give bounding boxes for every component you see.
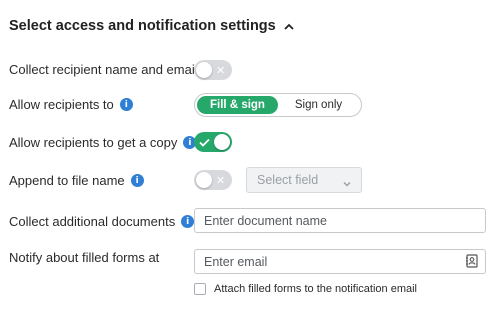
info-icon[interactable]: i: [130, 174, 144, 187]
get-copy-row: Allow recipients to get a copy i: [9, 135, 197, 150]
x-icon: ✕: [216, 173, 226, 187]
document-name-input[interactable]: [194, 208, 486, 233]
collect-name-email-label: Collect recipient name and email: [9, 62, 198, 77]
chevron-down-icon: [343, 176, 351, 190]
chevron-up-icon[interactable]: [282, 19, 296, 33]
info-icon[interactable]: i: [181, 215, 195, 228]
notify-email-input[interactable]: [194, 249, 486, 274]
x-icon: ✕: [216, 63, 226, 77]
check-icon: [199, 132, 210, 152]
attach-forms-checkbox[interactable]: [194, 283, 206, 295]
append-file-name-label: Append to file name: [9, 173, 125, 188]
address-book-icon[interactable]: [465, 254, 479, 268]
fill-and-sign-option[interactable]: Fill & sign: [197, 96, 278, 114]
allow-recipients-label: Allow recipients to: [9, 97, 114, 112]
additional-documents-row: Collect additional documents i: [9, 214, 195, 229]
select-field-value: Select field: [257, 173, 319, 187]
sign-only-option[interactable]: Sign only: [278, 96, 359, 114]
allow-recipients-segmented-control: Fill & sign Sign only: [194, 93, 362, 117]
collect-name-email-toggle[interactable]: ✕: [194, 60, 232, 80]
notify-row: Notify about filled forms at: [9, 250, 159, 265]
toggle-knob: [214, 134, 230, 150]
section-header: Select access and notification settings: [9, 18, 296, 34]
collect-name-email-row: Collect recipient name and email: [9, 62, 198, 77]
append-file-name-row: Append to file name i: [9, 173, 144, 188]
info-icon[interactable]: i: [119, 98, 133, 111]
attach-forms-row: Attach filled forms to the notification …: [194, 283, 417, 295]
attach-forms-label: Attach filled forms to the notification …: [214, 283, 417, 295]
toggle-knob: [196, 62, 212, 78]
notify-label: Notify about filled forms at: [9, 250, 160, 265]
append-file-name-toggle[interactable]: ✕: [194, 170, 232, 190]
get-copy-toggle[interactable]: [194, 132, 232, 152]
select-field-dropdown[interactable]: Select field: [246, 167, 362, 193]
toggle-knob: [196, 172, 212, 188]
get-copy-label: Allow recipients to get a copy: [9, 135, 178, 150]
section-title: Select access and notification settings: [9, 18, 276, 34]
additional-documents-label: Collect additional documents: [9, 214, 176, 229]
allow-recipients-row: Allow recipients to i: [9, 97, 133, 112]
